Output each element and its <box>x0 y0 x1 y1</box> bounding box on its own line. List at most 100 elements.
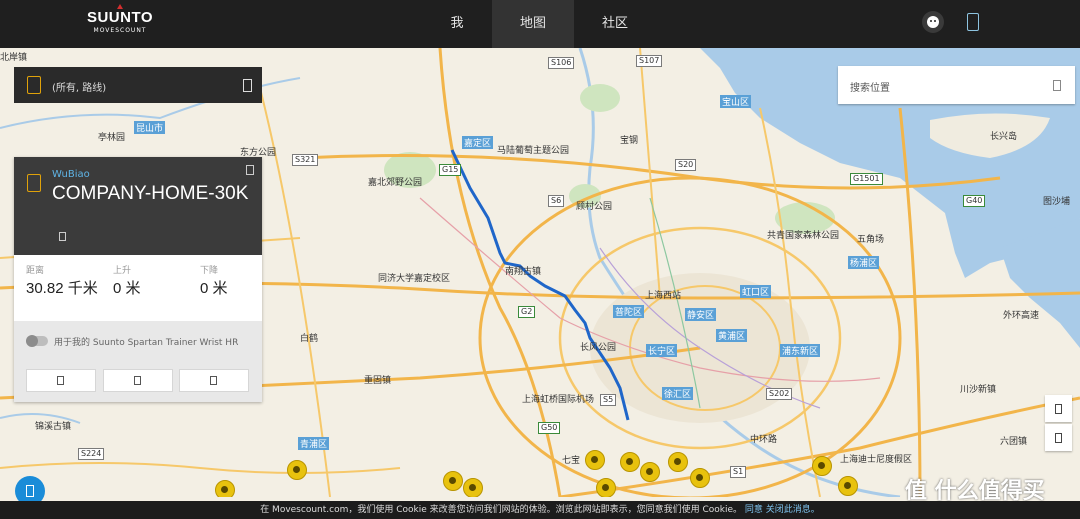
map-label-baihe: 白鹤 <box>300 334 319 344</box>
route-action-button-3[interactable] <box>179 369 249 392</box>
road-shield-s224: S224 <box>78 448 105 460</box>
road-shield-g40: G40 <box>963 195 986 207</box>
search-input[interactable]: 搜索位置 <box>850 79 890 94</box>
poi-pin[interactable] <box>668 452 688 472</box>
activity-filter-bar[interactable]: (所有, 路线) <box>14 67 262 103</box>
stat-ascent-unit: 米 <box>125 280 141 297</box>
poi-pin[interactable] <box>596 478 616 497</box>
poi-pin[interactable] <box>585 450 605 470</box>
map-label-changning: 长宁区 <box>646 344 678 357</box>
logo-sub: MOVESCOUNT <box>93 27 147 34</box>
nav-community[interactable]: 社区 <box>590 0 640 48</box>
map-label-changxing: 长兴岛 <box>990 132 1018 142</box>
route-card-footer: 用于我的 Suunto Spartan Trainer Wrist HR <box>14 321 262 402</box>
user-avatar[interactable] <box>922 11 944 33</box>
poi-pin[interactable] <box>620 452 640 472</box>
map-label-changfeng: 长风公园 <box>580 343 617 353</box>
stat-ascent-value: 0 <box>113 280 122 297</box>
route-watch-icon <box>27 174 41 192</box>
map-label-disney: 上海迪士尼度假区 <box>840 455 913 465</box>
road-shield-g50: G50 <box>538 422 561 434</box>
map-label-pudong: 浦东新区 <box>780 344 821 357</box>
cookie-banner: 在 Movescount.com，我们使用 Cookie 来改善您访问我们网站的… <box>0 501 1080 519</box>
map-label-chuansha: 川沙新镇 <box>960 385 997 395</box>
route-action-button-1[interactable] <box>26 369 96 392</box>
map-label-liutuan: 六团镇 <box>1000 437 1028 447</box>
map-label-qingpu: 青浦区 <box>298 437 330 450</box>
stat-ascent: 上升 0 米 <box>113 263 141 298</box>
map-label-qibao: 七宝 <box>562 456 581 466</box>
poi-pin[interactable] <box>812 456 832 476</box>
use-for-device-toggle[interactable] <box>26 335 48 347</box>
map-label-kunshan: 昆山市 <box>134 121 166 134</box>
poi-pin[interactable] <box>215 480 235 497</box>
map-label-tusha: 图沙埔 <box>1043 197 1071 207</box>
close-icon[interactable] <box>246 165 254 175</box>
route-user-link[interactable]: WuBiao <box>52 169 90 180</box>
map-label-putuo: 普陀区 <box>613 305 645 318</box>
map-label-nanxiang: 南翔古镇 <box>505 267 542 277</box>
use-for-device-label: 用于我的 Suunto Spartan Trainer Wrist HR <box>54 338 239 348</box>
map-label-beian: 北岸镇 <box>0 53 28 63</box>
route-info-icon[interactable] <box>59 232 66 241</box>
poi-pin[interactable] <box>838 476 858 496</box>
route-card: WuBiao COMPANY-HOME-30K 距离 30.82 千米 上升 0… <box>14 157 262 402</box>
location-search[interactable]: 搜索位置 <box>838 66 1075 104</box>
map-label-jiading: 嘉定区 <box>462 136 494 149</box>
map-label-xuhui: 徐汇区 <box>662 387 694 400</box>
map-label-tongji: 同济大学嘉定校区 <box>378 274 451 284</box>
map-label-waihuan: 外环高速 <box>1003 311 1040 321</box>
suunto-logo[interactable]: SUUNTO MOVESCOUNT <box>80 4 160 35</box>
zoom-in-button[interactable] <box>1045 395 1072 422</box>
avatar-face-icon <box>927 16 939 28</box>
map-label-yangpu: 杨浦区 <box>848 256 880 269</box>
poi-pin[interactable] <box>287 460 307 480</box>
map-label-baoshan: 宝山区 <box>720 95 752 108</box>
poi-pin[interactable] <box>463 478 483 497</box>
top-bar: SUUNTO MOVESCOUNT 我 地图 社区 <box>0 0 1080 48</box>
poi-pin[interactable] <box>443 471 463 491</box>
road-shield-s106: S106 <box>548 57 575 69</box>
map-label-hongkou: 虹口区 <box>740 285 772 298</box>
action-icon <box>134 376 141 385</box>
road-shield-s5: S5 <box>600 394 617 406</box>
stat-ascent-label: 上升 <box>113 266 132 276</box>
map-label-baogang: 宝钢 <box>620 136 639 146</box>
stat-distance-unit: 千米 <box>67 280 98 297</box>
map-label-wujiaochang: 五角场 <box>857 235 885 245</box>
road-shield-s6: S6 <box>548 195 565 207</box>
route-title: COMPANY-HOME-30K <box>52 183 249 204</box>
map-label-zhonggu: 重固镇 <box>364 376 392 386</box>
cookie-close-link[interactable]: 关闭此消息。 <box>766 505 820 515</box>
chat-icon <box>26 485 34 497</box>
map-label-malu: 马陆葡萄主题公园 <box>497 146 570 156</box>
logo-mark-icon <box>117 4 123 9</box>
action-icon <box>210 376 217 385</box>
search-icon[interactable] <box>1053 80 1061 91</box>
road-shield-s1: S1 <box>730 466 747 478</box>
map-label-tinglin: 亭林园 <box>98 133 126 143</box>
map-label-jiabei: 嘉北郊野公园 <box>368 178 423 188</box>
map-label-gucun: 顾村公园 <box>576 202 613 212</box>
map-label-jingan: 静安区 <box>685 308 717 321</box>
cookie-text: 在 Movescount.com，我们使用 Cookie 来改善您访问我们网站的… <box>260 505 743 515</box>
road-shield-s321: S321 <box>292 154 319 166</box>
cookie-agree-link[interactable]: 同意 <box>745 505 763 515</box>
stat-descent-value: 0 <box>200 280 209 297</box>
road-shield-s107: S107 <box>636 55 663 67</box>
stat-descent: 下降 0 米 <box>200 263 228 298</box>
watch-device-icon[interactable] <box>967 13 979 31</box>
poi-pin[interactable] <box>690 468 710 488</box>
route-action-button-2[interactable] <box>103 369 173 392</box>
stat-descent-label: 下降 <box>200 266 219 276</box>
filter-toggle-icon[interactable] <box>243 79 252 92</box>
nav-map[interactable]: 地图 <box>492 0 574 48</box>
map-label-hongqiao: 上海虹桥国际机场 <box>522 395 595 405</box>
map-label-shanghai-west: 上海西站 <box>645 291 682 301</box>
poi-pin[interactable] <box>640 462 660 482</box>
nav-me[interactable]: 我 <box>432 0 482 48</box>
stat-descent-unit: 米 <box>212 280 228 297</box>
route-card-header: WuBiao COMPANY-HOME-30K <box>14 157 262 255</box>
zoom-out-button[interactable] <box>1045 424 1072 451</box>
road-shield-s202: S202 <box>766 388 793 400</box>
